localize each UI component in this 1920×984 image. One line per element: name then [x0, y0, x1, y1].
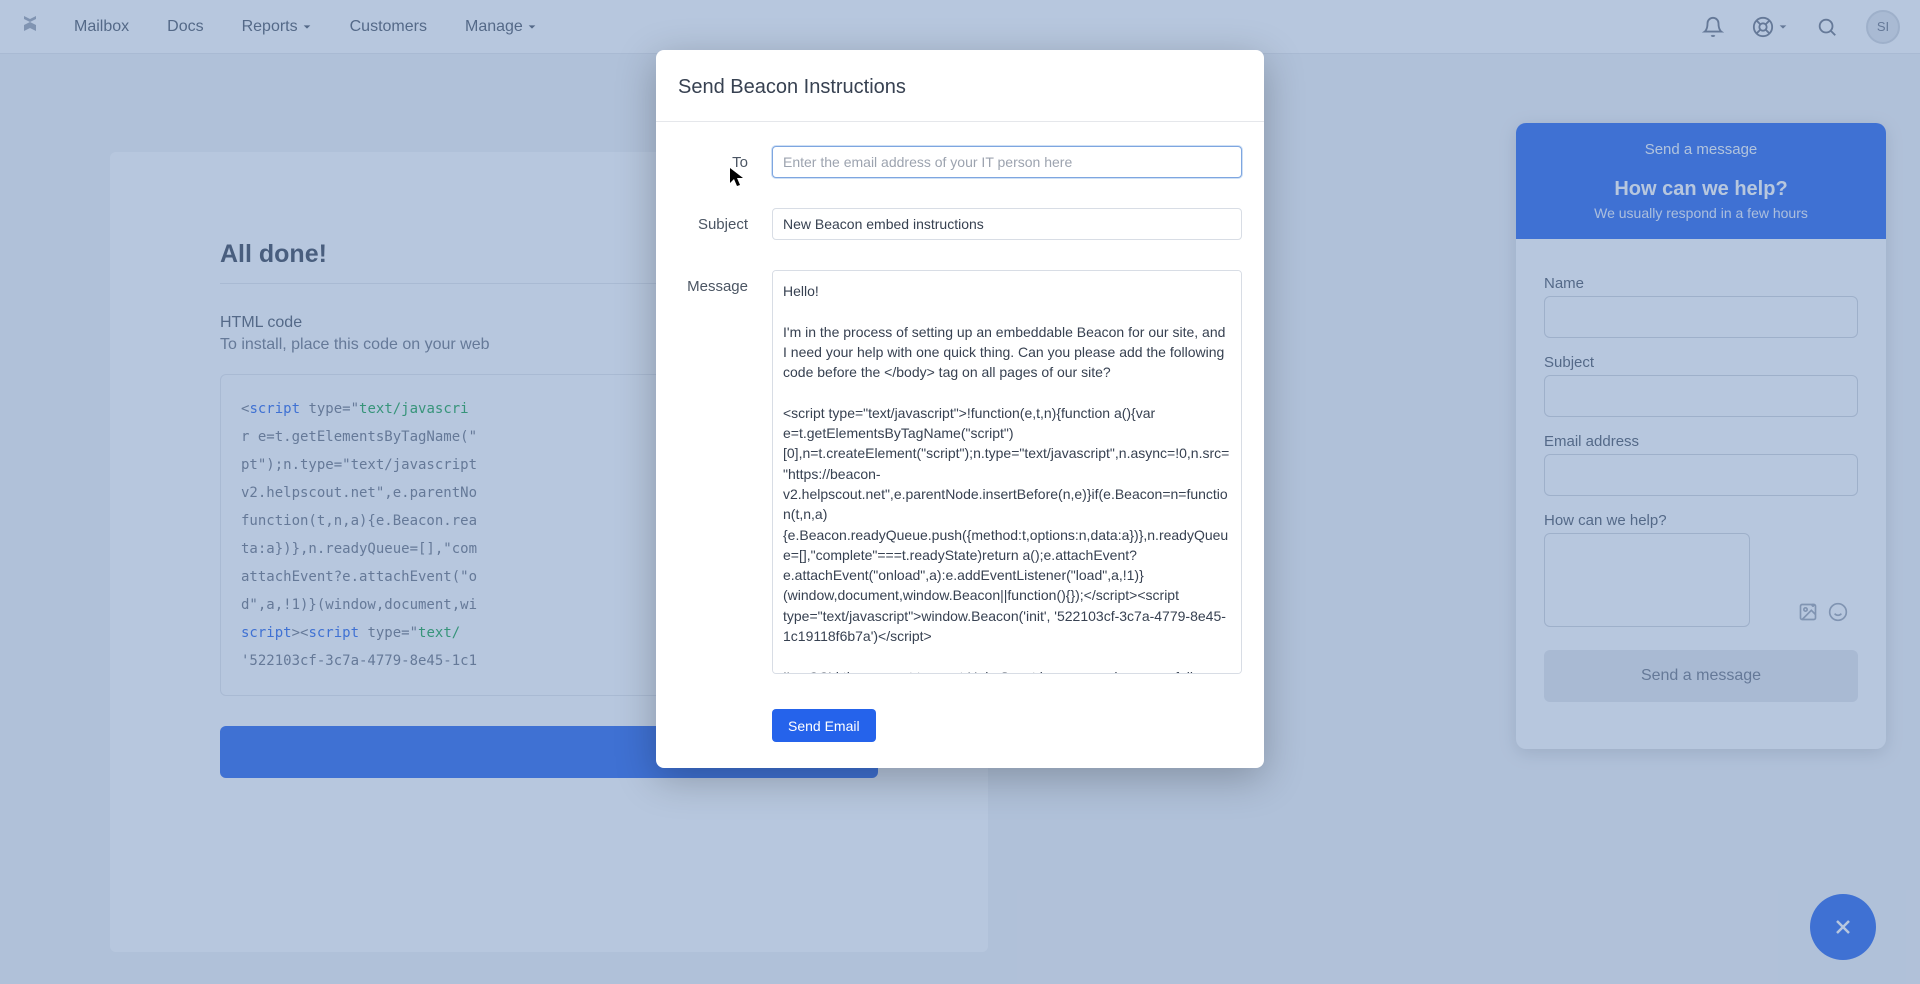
to-input[interactable]	[772, 146, 1242, 178]
message-textarea[interactable]	[772, 270, 1242, 674]
to-label: To	[678, 146, 772, 171]
message-label: Message	[678, 270, 772, 295]
send-instructions-modal: Send Beacon Instructions To Subject Mess…	[656, 50, 1264, 768]
subject-input[interactable]	[772, 208, 1242, 240]
modal-title: Send Beacon Instructions	[656, 50, 1264, 122]
subject-label: Subject	[678, 208, 772, 233]
send-email-button[interactable]: Send Email	[772, 709, 876, 742]
